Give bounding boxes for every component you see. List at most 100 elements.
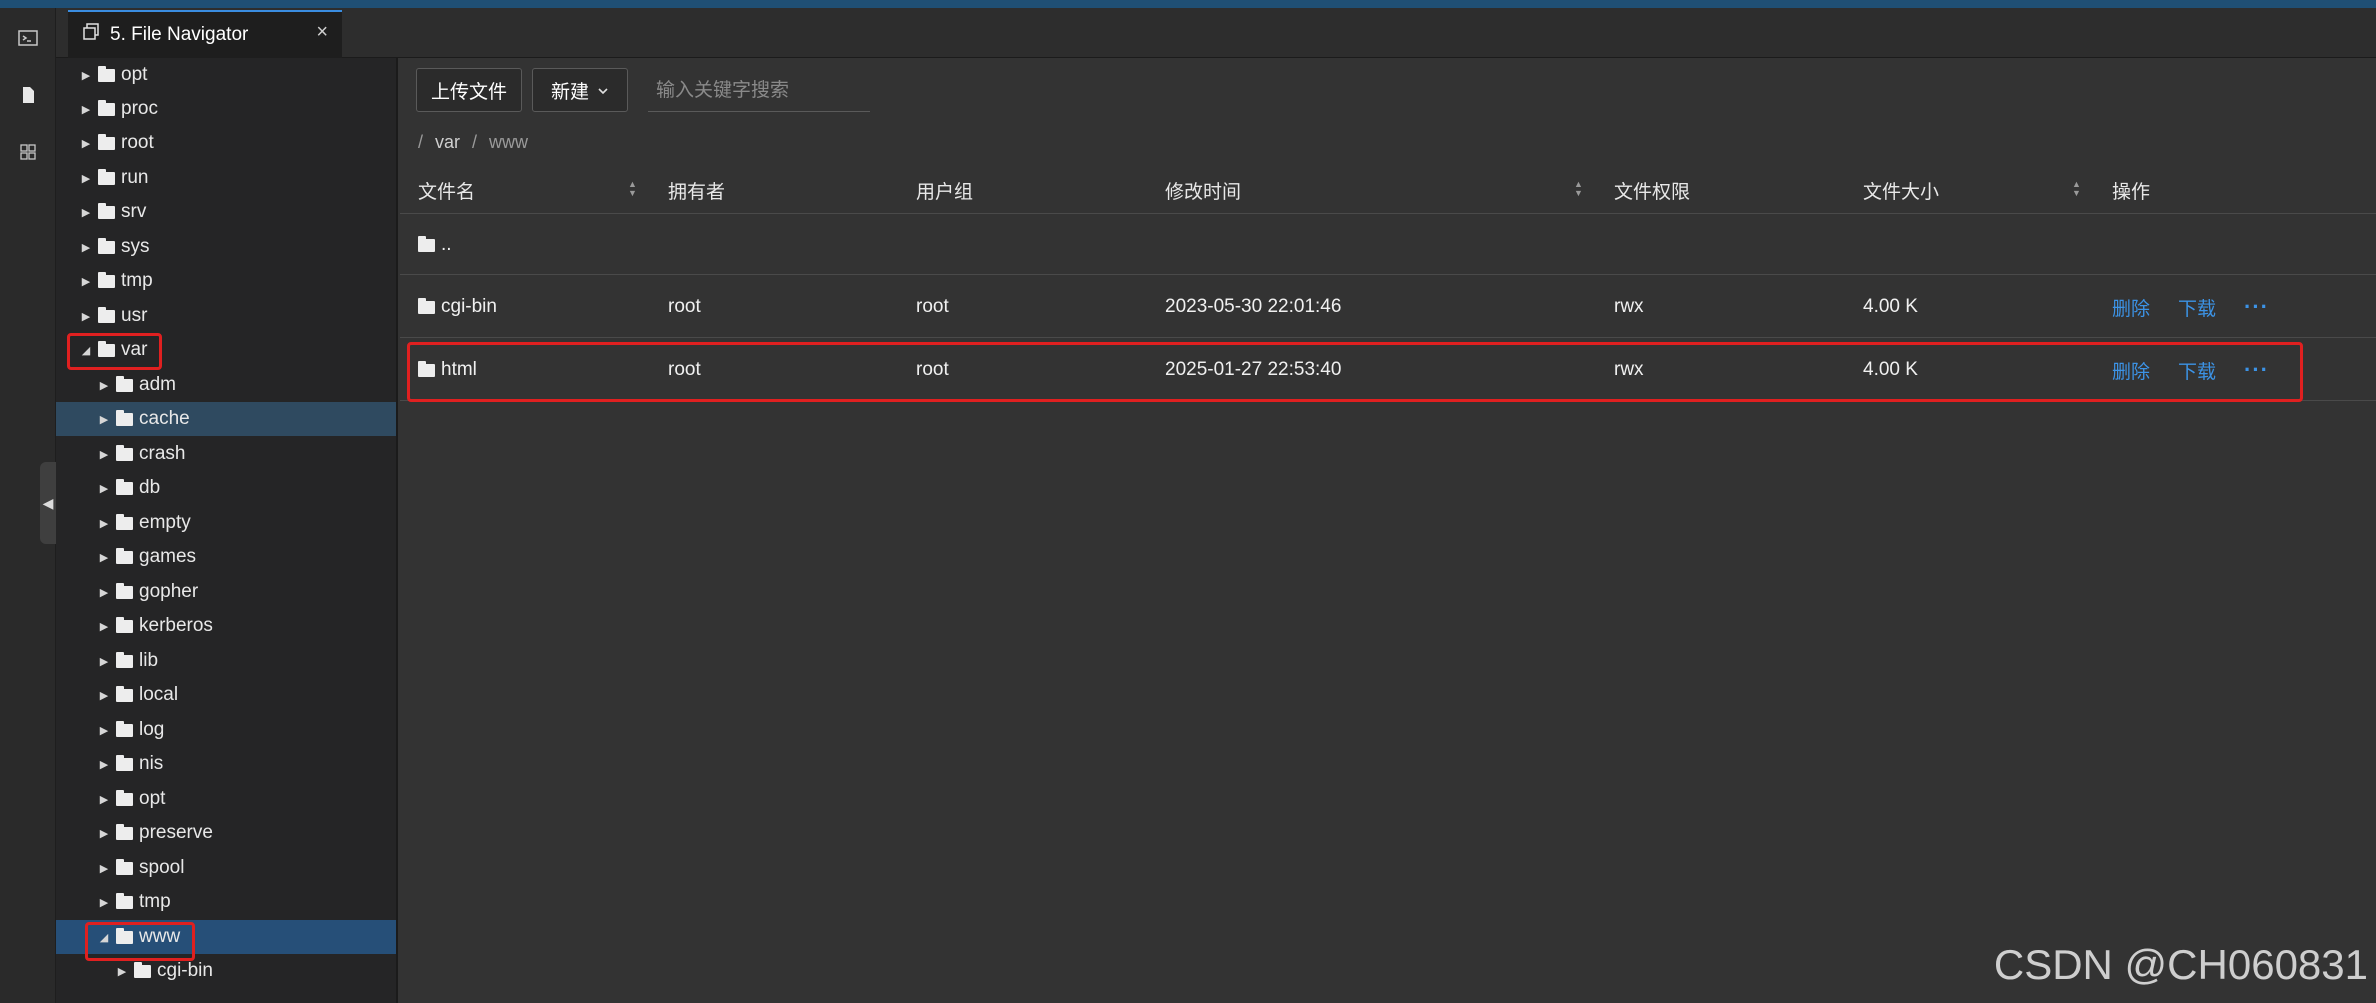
- caret-right-icon[interactable]: ▶: [80, 241, 92, 254]
- folder-icon: [116, 858, 133, 875]
- tree-item-tmp[interactable]: ▶ tmp: [56, 264, 396, 298]
- tree-item-gopher[interactable]: ▶ gopher: [56, 575, 396, 609]
- tree-item-sys[interactable]: ▶ sys: [56, 230, 396, 264]
- tree-item-label: local: [139, 684, 179, 705]
- folder-icon: [116, 582, 133, 599]
- tree-item-label: adm: [139, 374, 176, 395]
- header-mtime[interactable]: 修改时间: [1165, 168, 1241, 212]
- caret-right-icon[interactable]: ▶: [98, 482, 110, 495]
- caret-right-icon[interactable]: ▶: [80, 275, 92, 288]
- caret-right-icon[interactable]: ▶: [80, 310, 92, 323]
- caret-right-icon[interactable]: ▶: [98, 586, 110, 599]
- file-icon[interactable]: [18, 85, 38, 105]
- folder-icon: [98, 306, 115, 323]
- tree-item-cache[interactable]: ▶ cache: [56, 402, 396, 436]
- caret-right-icon[interactable]: ▶: [80, 206, 92, 219]
- tree-item-label: run: [121, 167, 149, 188]
- tree-item-log[interactable]: ▶ log: [56, 713, 396, 747]
- cell-name[interactable]: cgi-bin: [418, 276, 497, 338]
- header-group-label: 用户组: [916, 181, 974, 203]
- folder-icon: [98, 237, 115, 254]
- apps-icon[interactable]: [18, 142, 38, 162]
- caret-right-icon[interactable]: ▶: [80, 172, 92, 185]
- caret-right-icon[interactable]: ▶: [98, 620, 110, 633]
- folder-icon: [116, 478, 133, 495]
- tree-item-adm[interactable]: ▶ adm: [56, 368, 396, 402]
- perm-value: rwx: [1614, 296, 1644, 317]
- delete-link[interactable]: 删除: [2112, 294, 2150, 321]
- collapse-sidebar-button[interactable]: ◀: [40, 462, 56, 544]
- tree-item-db[interactable]: ▶ db: [56, 471, 396, 505]
- folder-icon: [116, 375, 133, 392]
- chevron-down-icon: [597, 79, 609, 101]
- more-icon[interactable]: ···: [2244, 294, 2269, 320]
- tree-item-root[interactable]: ▶ root: [56, 126, 396, 160]
- caret-right-icon[interactable]: ▶: [80, 103, 92, 116]
- search-input[interactable]: [648, 70, 870, 112]
- tree-item-opt[interactable]: ▶ opt: [56, 58, 396, 92]
- header-size[interactable]: 文件大小: [1863, 168, 1939, 212]
- tree-item-nis[interactable]: ▶ nis: [56, 747, 396, 781]
- caret-right-icon[interactable]: ▶: [98, 758, 110, 771]
- sort-icon[interactable]: ▲ ▼: [2072, 180, 2084, 200]
- folder-icon: [116, 823, 133, 840]
- tree-item-label: root: [121, 132, 154, 153]
- sort-icon[interactable]: ▲ ▼: [628, 180, 640, 200]
- tree-item-kerberos[interactable]: ▶ kerberos: [56, 609, 396, 643]
- tree-item-label: games: [139, 546, 197, 567]
- tree-item-opt-var[interactable]: ▶ opt: [56, 782, 396, 816]
- highlight-html-row: [407, 342, 2303, 402]
- tree-item-preserve[interactable]: ▶ preserve: [56, 816, 396, 850]
- table-row[interactable]: cgi-bin root root 2023-05-30 22:01:46 rw…: [400, 276, 2376, 338]
- header-name[interactable]: 文件名: [418, 168, 475, 212]
- tree-item-label: crash: [139, 443, 186, 464]
- caret-right-icon[interactable]: ▶: [98, 827, 110, 840]
- caret-right-icon[interactable]: ▶: [98, 551, 110, 564]
- cell-name: ..: [418, 214, 452, 276]
- tab-file-navigator[interactable]: 5. File Navigator ×: [68, 10, 342, 58]
- caret-right-icon[interactable]: ▶: [98, 689, 110, 702]
- tree-item-usr[interactable]: ▶ usr: [56, 299, 396, 333]
- tree-item-tmp-var[interactable]: ▶ tmp: [56, 885, 396, 919]
- tree-item-label: lib: [139, 650, 159, 671]
- cell-perm: rwx: [1614, 276, 1644, 338]
- caret-right-icon[interactable]: ▶: [98, 379, 110, 392]
- caret-right-icon[interactable]: ▶: [98, 448, 110, 461]
- tree-item-spool[interactable]: ▶ spool: [56, 851, 396, 885]
- tree-item-crash[interactable]: ▶ crash: [56, 437, 396, 471]
- caret-right-icon[interactable]: ▶: [98, 793, 110, 806]
- close-icon[interactable]: ×: [316, 21, 328, 44]
- highlight-www: [85, 922, 195, 961]
- tree-item-label: tmp: [121, 270, 153, 291]
- upload-button[interactable]: 上传文件: [416, 68, 522, 112]
- cell-actions: 删除 下载 ···: [2112, 276, 2269, 338]
- mtime-value: 2023-05-30 22:01:46: [1165, 296, 1342, 317]
- download-link[interactable]: 下载: [2178, 294, 2216, 321]
- new-dropdown-button[interactable]: 新建: [532, 68, 628, 112]
- tree-item-local[interactable]: ▶ local: [56, 678, 396, 712]
- highlight-var: [67, 333, 162, 370]
- table-row-parent[interactable]: ..: [400, 213, 2376, 275]
- caret-right-icon[interactable]: ▶: [116, 965, 128, 978]
- tab-title: 5. File Navigator: [110, 24, 249, 45]
- tree-item-srv[interactable]: ▶ srv: [56, 195, 396, 229]
- caret-right-icon[interactable]: ▶: [98, 862, 110, 875]
- tree-item-empty[interactable]: ▶ empty: [56, 506, 396, 540]
- caret-right-icon[interactable]: ▶: [80, 69, 92, 82]
- caret-right-icon[interactable]: ▶: [98, 517, 110, 530]
- group-value: root: [916, 296, 949, 317]
- breadcrumb-var[interactable]: var: [435, 132, 460, 153]
- tree-item-label: cgi-bin: [157, 960, 213, 981]
- caret-right-icon[interactable]: ▶: [98, 896, 110, 909]
- caret-right-icon[interactable]: ▶: [98, 655, 110, 668]
- tree-item-lib[interactable]: ▶ lib: [56, 644, 396, 678]
- caret-right-icon[interactable]: ▶: [98, 413, 110, 426]
- tree-item-run[interactable]: ▶ run: [56, 161, 396, 195]
- tree-item-proc[interactable]: ▶ proc: [56, 92, 396, 126]
- sort-icon[interactable]: ▲ ▼: [1574, 180, 1586, 200]
- caret-right-icon[interactable]: ▶: [98, 724, 110, 737]
- caret-right-icon[interactable]: ▶: [80, 137, 92, 150]
- terminal-icon[interactable]: [18, 28, 38, 48]
- tree-item-label: nis: [139, 753, 164, 774]
- tree-item-games[interactable]: ▶ games: [56, 540, 396, 574]
